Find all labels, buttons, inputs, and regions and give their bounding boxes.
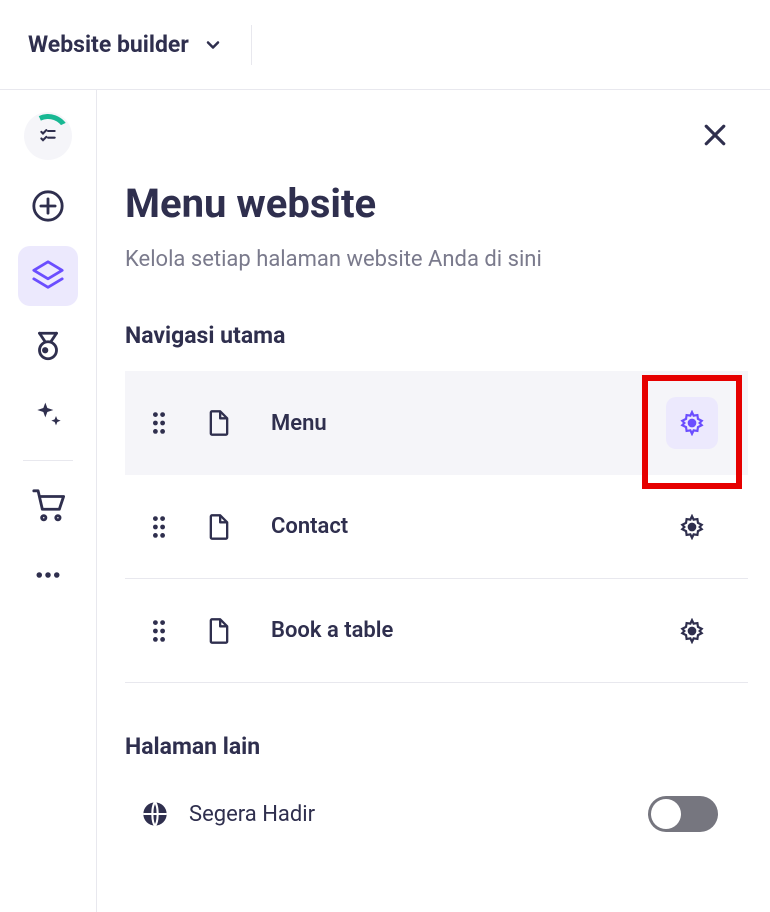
coming-soon-label: Segera Hadir [189,802,628,827]
drag-handle[interactable] [151,619,167,643]
sidebar-add[interactable] [18,176,78,236]
nav-item-label: Menu [271,411,628,436]
layers-icon [31,259,65,293]
panel-heading: Menu website [125,180,748,227]
dots-icon [33,560,63,590]
sidebar-more[interactable] [18,545,78,605]
drag-handle[interactable] [151,411,167,435]
nav-list: Menu Contact [125,371,748,683]
close-icon [700,120,730,150]
other-pages-section: Halaman lain Segera Hadir [125,733,748,846]
checklist-icon [24,112,72,160]
gear-icon [679,410,705,436]
nav-item-label: Contact [271,514,628,539]
nav-item-settings[interactable] [666,501,718,553]
section-heading: Halaman lain [125,733,748,760]
chevron-down-icon [203,35,223,55]
scroll-area[interactable]: Menu website Kelola setiap halaman websi… [125,180,748,912]
nav-item-settings[interactable] [666,605,718,657]
sidebar-styles[interactable] [18,316,78,376]
nav-item-book[interactable]: Book a table [125,579,748,683]
coming-soon-toggle[interactable] [648,796,718,832]
divider [23,460,73,461]
nav-item-settings[interactable] [666,397,718,449]
topbar: Website builder [0,0,770,90]
main-area: Menu website Kelola setiap halaman websi… [0,90,770,912]
page-icon [205,513,233,541]
close-button[interactable] [700,120,730,150]
gear-icon [679,514,705,540]
sidebar-ai[interactable] [18,386,78,446]
app-title: Website builder [28,31,189,58]
drag-handle[interactable] [151,515,167,539]
sidebar-checklist[interactable] [18,106,78,166]
sidebar-pages[interactable] [18,246,78,306]
spacer [125,846,748,912]
page-icon [205,617,233,645]
toggle-knob [651,799,681,829]
section-heading: Navigasi utama [125,322,748,349]
globe-icon [141,800,169,828]
panel-subtitle: Kelola setiap halaman website Anda di si… [125,247,748,272]
drag-icon [151,619,167,643]
cart-icon [31,488,65,522]
drag-icon [151,411,167,435]
app-switcher[interactable]: Website builder [28,31,223,58]
drag-icon [151,515,167,539]
palette-icon [31,329,65,363]
page-icon [205,409,233,437]
gear-icon [679,618,705,644]
panel: Menu website Kelola setiap halaman websi… [97,90,770,912]
coming-soon-row: Segera Hadir [125,782,748,846]
main-nav-section: Navigasi utama Menu [125,322,748,683]
nav-item-label: Book a table [271,618,628,643]
sidebar-store[interactable] [18,475,78,535]
sparkles-icon [32,400,64,432]
divider [251,25,252,65]
nav-item-contact[interactable]: Contact [125,475,748,579]
plus-circle-icon [31,189,65,223]
nav-item-menu[interactable]: Menu [125,371,748,475]
sidebar [0,90,97,912]
